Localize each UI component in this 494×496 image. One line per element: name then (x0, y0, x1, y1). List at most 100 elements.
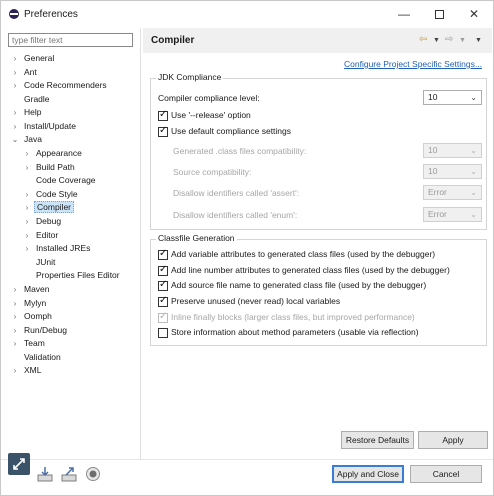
add-variable-attributes-label: Add variable attributes to generated cla… (171, 249, 436, 259)
tree-item-general[interactable]: › General (11, 52, 55, 65)
expand-arrow-icon[interactable]: › (11, 337, 19, 350)
filter-input[interactable] (8, 33, 133, 47)
expand-arrow-icon[interactable]: › (23, 215, 31, 228)
preserve-unused-checkbox[interactable] (158, 295, 168, 307)
source-compat-select[interactable]: 10 ⌄ (423, 164, 482, 179)
bottom-separator (1, 459, 493, 460)
window-title: Preferences (24, 9, 78, 20)
maximize-icon (434, 10, 444, 20)
expand-arrow-icon[interactable]: › (11, 106, 19, 119)
chevron-down-icon: ⌄ (470, 93, 477, 102)
cancel-button[interactable]: Cancel (410, 465, 482, 483)
classfile-generation-group-label: Classfile Generation (156, 233, 237, 243)
add-source-file-name-label: Add source file name to generated class … (171, 280, 427, 290)
apply-button[interactable]: Apply (418, 431, 488, 449)
tree-item-junit[interactable]: JUnit (23, 256, 55, 269)
tree-item-xml[interactable]: › XML (11, 364, 42, 377)
tree-item-code-recommenders[interactable]: › Code Recommenders (11, 79, 107, 92)
generated-class-compat-select[interactable]: 10 ⌄ (423, 143, 482, 158)
tree-item-help[interactable]: › Help (11, 106, 42, 119)
expand-arrow-icon[interactable]: › (11, 79, 19, 92)
use-default-compliance-label: Use default compliance settings (171, 126, 292, 136)
collapse-arrow-icon[interactable]: ⌄ (11, 133, 19, 146)
help-icon[interactable] (8, 453, 30, 475)
source-compat-label: Source compatibility: (173, 167, 252, 177)
page-header: Compiler ⇦ ▼ ⇨ ▼ ▼ (143, 28, 492, 53)
tree-item-install-update[interactable]: › Install/Update (11, 120, 76, 133)
tree-item-maven[interactable]: › Maven (11, 283, 50, 296)
generated-class-compat-value: 10 (428, 145, 438, 155)
chevron-down-icon: ⌄ (470, 167, 477, 176)
tree-item-installed-jres[interactable]: › Installed JREs (23, 242, 91, 255)
disallow-enum-select[interactable]: Error ⌄ (423, 207, 482, 222)
forward-menu-chevron-icon[interactable]: ▼ (459, 37, 466, 44)
tree-item-oomph[interactable]: › Oomph (11, 310, 52, 323)
tree-item-java[interactable]: ⌄ Java (11, 133, 42, 146)
source-compat-value: 10 (428, 166, 438, 176)
inline-finally-checkbox[interactable] (158, 311, 168, 323)
expand-arrow-icon[interactable]: › (11, 283, 19, 296)
import-icon[interactable] (37, 466, 53, 482)
tree-item-appearance[interactable]: › Appearance (23, 147, 82, 160)
close-button[interactable]: ✕ (459, 5, 489, 23)
tree-item-gradle[interactable]: Gradle (11, 93, 50, 106)
sash-divider[interactable] (140, 28, 141, 460)
expand-arrow-icon[interactable]: › (23, 147, 31, 160)
expand-arrow-icon[interactable]: › (11, 310, 19, 323)
tree-item-team[interactable]: › Team (11, 337, 45, 350)
expand-arrow-icon[interactable]: › (23, 242, 31, 255)
apply-and-close-button[interactable]: Apply and Close (332, 465, 404, 483)
generated-class-compat-label: Generated .class files compatibility: (173, 146, 307, 156)
add-line-number-checkbox[interactable] (158, 264, 168, 276)
inline-finally-label: Inline finally blocks (larger class file… (171, 312, 415, 322)
add-variable-attributes-checkbox[interactable] (158, 248, 168, 260)
store-method-params-label: Store information about method parameter… (171, 327, 419, 337)
minimize-button[interactable]: — (389, 5, 419, 23)
expand-arrow-icon[interactable]: › (23, 161, 31, 174)
page-title: Compiler (151, 35, 195, 46)
use-release-label: Use '--release' option (171, 110, 251, 120)
add-line-number-label: Add line number attributes to generated … (171, 265, 450, 275)
add-source-file-name-checkbox[interactable] (158, 279, 168, 291)
preserve-unused-label: Preserve unused (never read) local varia… (171, 296, 341, 306)
expand-arrow-icon[interactable]: › (11, 66, 19, 79)
export-icon[interactable] (61, 466, 77, 482)
restore-defaults-button[interactable]: Restore Defaults (341, 431, 414, 449)
disallow-enum-value: Error (428, 209, 447, 219)
expand-arrow-icon[interactable]: › (11, 52, 19, 65)
tree-item-properties-files-editor[interactable]: Properties Files Editor (23, 269, 120, 282)
back-menu-chevron-icon[interactable]: ▼ (433, 37, 440, 44)
tree-item-code-coverage[interactable]: Code Coverage (23, 174, 96, 187)
back-arrow-icon[interactable]: ⇦ (419, 34, 427, 45)
expand-arrow-icon[interactable]: › (11, 297, 19, 310)
expand-arrow-icon[interactable]: › (11, 324, 19, 337)
expand-arrow-icon[interactable]: › (23, 188, 31, 201)
tree-item-editor[interactable]: › Editor (23, 229, 59, 242)
use-release-checkbox[interactable] (158, 109, 168, 121)
disallow-assert-select[interactable]: Error ⌄ (423, 185, 482, 200)
tree-item-ant[interactable]: › Ant (11, 66, 37, 79)
maximize-button[interactable] (424, 5, 454, 23)
disallow-assert-label: Disallow identifiers called 'assert': (173, 188, 300, 198)
tree-item-debug[interactable]: › Debug (23, 215, 61, 228)
use-default-compliance-checkbox[interactable] (158, 125, 168, 137)
record-icon[interactable] (85, 466, 101, 482)
tree-item-code-style[interactable]: › Code Style (23, 188, 78, 201)
configure-project-settings-link[interactable]: Configure Project Specific Settings... (344, 59, 482, 69)
tree-item-mylyn[interactable]: › Mylyn (11, 297, 47, 310)
expand-arrow-icon[interactable]: › (23, 229, 31, 242)
expand-arrow-icon[interactable]: › (11, 120, 19, 133)
compliance-level-select[interactable]: 10 ⌄ (423, 90, 482, 105)
eclipse-icon (9, 9, 19, 19)
store-method-params-checkbox[interactable] (158, 328, 168, 338)
tree-item-build-path[interactable]: › Build Path (23, 161, 75, 174)
expand-arrow-icon[interactable]: › (11, 364, 19, 377)
preferences-window: Preferences — ✕ ›General ›Ant ›Code Reco… (0, 0, 494, 496)
view-menu-chevron-icon[interactable]: ▼ (475, 37, 482, 44)
expand-arrow-icon[interactable]: › (23, 201, 31, 214)
forward-arrow-icon[interactable]: ⇨ (445, 34, 453, 45)
tree-item-run-debug[interactable]: › Run/Debug (11, 324, 67, 337)
tree-item-validation[interactable]: Validation (11, 351, 61, 364)
tree-item-compiler[interactable]: › Compiler (23, 201, 75, 214)
disallow-assert-value: Error (428, 187, 447, 197)
